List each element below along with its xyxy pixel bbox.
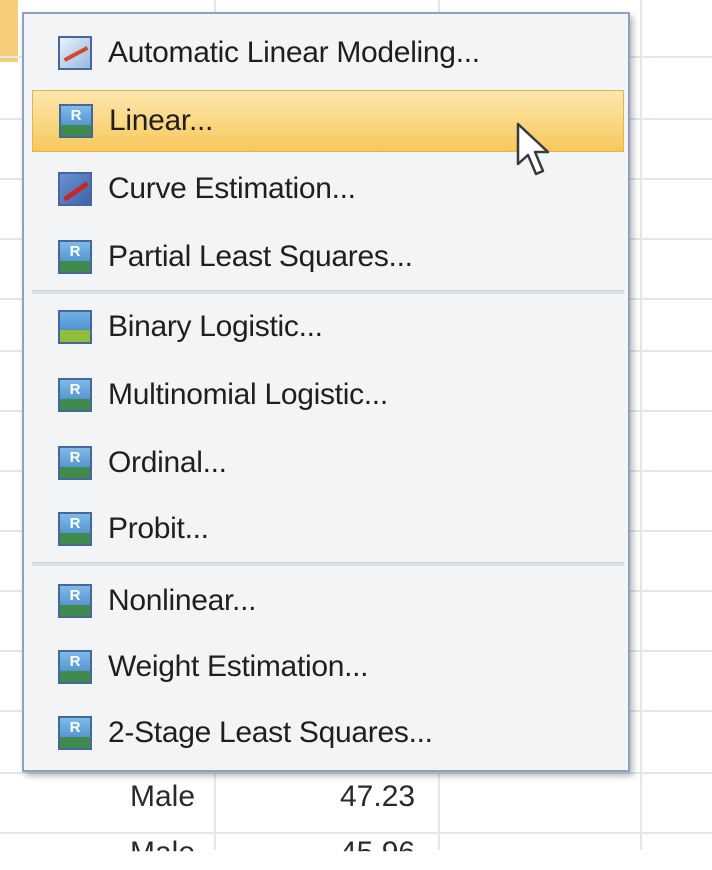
menu-item-label: Multinomial Logistic...: [108, 378, 388, 411]
menu-item-label: Nonlinear...: [108, 584, 257, 617]
value-cell[interactable]: 47.23: [340, 780, 415, 814]
menu-item-nonlinear[interactable]: R Nonlinear...: [32, 570, 624, 632]
menu-item-ordinal[interactable]: R Ordinal...: [32, 432, 624, 494]
weight-estimation-icon: R: [58, 650, 92, 684]
value-cell[interactable]: 45.96: [340, 836, 415, 851]
grid-row-divider: [0, 772, 712, 774]
probit-icon: R: [58, 512, 92, 546]
menu-item-probit[interactable]: R Probit...: [32, 498, 624, 560]
linear-regression-icon: R: [59, 104, 93, 138]
ordinal-icon: R: [58, 446, 92, 480]
menu-item-label: 2-Stage Least Squares...: [108, 716, 433, 749]
gender-cell[interactable]: Male: [130, 780, 195, 814]
menu-item-label: Partial Least Squares...: [108, 240, 413, 273]
multinomial-logistic-icon: R: [58, 378, 92, 412]
menu-separator: [32, 290, 624, 294]
menu-item-two-stage-least-squares[interactable]: R 2-Stage Least Squares...: [32, 702, 624, 764]
menu-item-label: Automatic Linear Modeling...: [108, 36, 480, 69]
grid-column-divider: [640, 0, 642, 850]
selected-cell-strip: [0, 0, 18, 62]
menu-item-multinomial-logistic[interactable]: R Multinomial Logistic...: [32, 364, 624, 426]
menu-item-label: Ordinal...: [108, 446, 227, 479]
two-stage-least-squares-icon: R: [58, 716, 92, 750]
menu-item-weight-estimation[interactable]: R Weight Estimation...: [32, 636, 624, 698]
mouse-pointer-icon: [516, 122, 550, 176]
menu-item-label: Curve Estimation...: [108, 172, 356, 205]
binary-logistic-icon: [58, 310, 92, 344]
curve-estimation-icon: [58, 172, 92, 206]
menu-item-label: Weight Estimation...: [108, 650, 369, 683]
auto-linear-icon: [58, 36, 92, 70]
menu-item-automatic-linear-modeling[interactable]: Automatic Linear Modeling...: [32, 22, 624, 84]
gender-cell[interactable]: Male: [130, 836, 195, 851]
menu-separator: [32, 562, 624, 566]
menu-item-label: Linear...: [109, 104, 214, 137]
menu-item-binary-logistic[interactable]: Binary Logistic...: [32, 296, 624, 358]
menu-item-label: Binary Logistic...: [108, 310, 323, 343]
menu-item-partial-least-squares[interactable]: R Partial Least Squares...: [32, 226, 624, 288]
grid-row-divider: [0, 832, 712, 834]
partial-least-squares-icon: R: [58, 240, 92, 274]
menu-item-label: Probit...: [108, 512, 209, 545]
nonlinear-icon: R: [58, 584, 92, 618]
